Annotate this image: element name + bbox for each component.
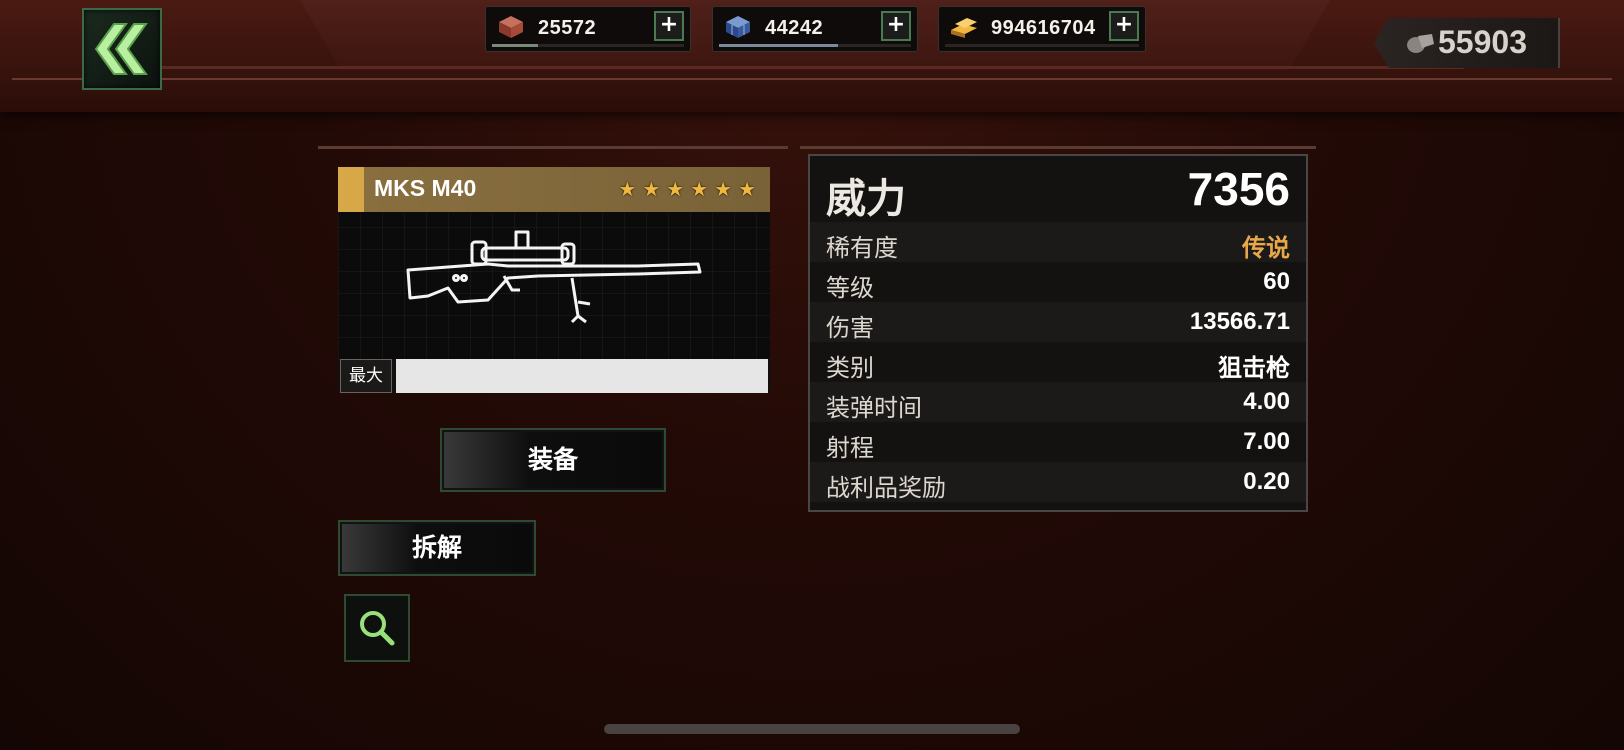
stat-value: 4.00 [1243, 388, 1290, 415]
currency-value: 55903 [1438, 24, 1527, 60]
star-icon: ★ [642, 177, 661, 201]
resource-brick: 25572 + [485, 6, 691, 52]
level-progress: 最大 [338, 357, 770, 393]
stat-label: 射程 [826, 434, 874, 462]
star-icon: ★ [666, 177, 685, 201]
stat-label: 战利品奖励 [826, 474, 946, 502]
power-label: 威力 [826, 176, 906, 222]
stat-row-rarity: 稀有度 传说 [810, 222, 1306, 262]
rarity-accent [338, 167, 364, 212]
magnifier-icon [360, 611, 395, 646]
resource-gold-bar [945, 44, 1139, 47]
dismantle-label: 拆解 [411, 533, 462, 562]
stat-row-loot: 战利品奖励 0.20 [810, 462, 1306, 502]
double-chevron-left-icon [94, 23, 148, 75]
stat-label: 类别 [826, 354, 874, 382]
resource-brick-bar-fill [492, 44, 539, 47]
resource-crate-bar-fill [719, 44, 839, 47]
level-progress-bar [396, 359, 768, 393]
power-row: 威力 7356 [810, 156, 1306, 222]
stat-label: 等级 [826, 274, 874, 302]
sniper-rifle-icon [406, 230, 702, 324]
stat-row-level: 等级 60 [810, 262, 1306, 302]
stat-label: 伤害 [826, 314, 874, 342]
home-indicator[interactable] [604, 724, 1020, 734]
currency-panel: 55903 [1374, 18, 1560, 68]
stat-value: 传说 [1242, 235, 1290, 262]
weapon-card: MKS M40 ★ ★ ★ ★ ★ ★ 最大 [338, 167, 770, 393]
resource-brick-value: 25572 [538, 17, 597, 39]
brick-icon [499, 16, 523, 38]
star-icon: ★ [618, 177, 637, 201]
star-icon: ★ [738, 177, 756, 201]
weapon-stars: ★ ★ ★ ★ ★ ★ [618, 178, 756, 200]
stat-value: 13566.71 [1189, 308, 1290, 335]
weapon-card-header: MKS M40 ★ ★ ★ ★ ★ ★ [338, 167, 770, 212]
add-gold-button[interactable]: + [1109, 11, 1139, 41]
add-crate-button[interactable]: + [881, 11, 911, 41]
power-value: 7356 [1187, 163, 1290, 215]
weapon-name: MKS M40 [374, 175, 477, 201]
stat-row-type: 类别 狙击枪 [810, 342, 1306, 382]
stat-row-range: 射程 7.00 [810, 422, 1306, 462]
resource-crate: 44242 + [712, 6, 918, 52]
crate-icon [726, 16, 750, 38]
stat-value: 60 [1263, 268, 1290, 295]
stats-panel: 威力 7356 稀有度 传说 等级 60 伤害 13566.71 类别 狙击枪 … [808, 154, 1308, 512]
back-button[interactable] [82, 8, 162, 90]
stat-value: 0.20 [1243, 468, 1290, 495]
stat-label: 装弹时间 [826, 394, 922, 422]
resource-crate-value: 44242 [765, 17, 824, 39]
top-divider-lower [12, 78, 1612, 80]
stat-value: 7.00 [1243, 428, 1290, 455]
star-icon: ★ [714, 177, 733, 201]
equip-button[interactable]: 装备 [440, 428, 666, 492]
resource-gold: 994616704 + [938, 6, 1146, 52]
top-divider [160, 66, 1464, 69]
stat-row-damage: 伤害 13566.71 [810, 302, 1306, 342]
stat-row-reload: 装弹时间 4.00 [810, 382, 1306, 422]
max-label: 最大 [340, 359, 392, 393]
resource-crate-bar [719, 44, 911, 47]
inspect-button[interactable] [344, 594, 410, 662]
gold-bar-icon [951, 18, 977, 38]
bullet-icon [1407, 34, 1434, 53]
resource-gold-value: 994616704 [991, 17, 1096, 39]
stat-value: 狙击枪 [1218, 355, 1290, 382]
card-frame-line [318, 146, 788, 157]
weapon-image [338, 212, 770, 360]
equip-label: 装备 [527, 445, 578, 474]
stat-label: 稀有度 [826, 234, 898, 262]
resource-brick-bar [492, 44, 684, 47]
add-brick-button[interactable]: + [654, 11, 684, 41]
star-icon: ★ [690, 177, 709, 201]
dismantle-button[interactable]: 拆解 [338, 520, 536, 576]
